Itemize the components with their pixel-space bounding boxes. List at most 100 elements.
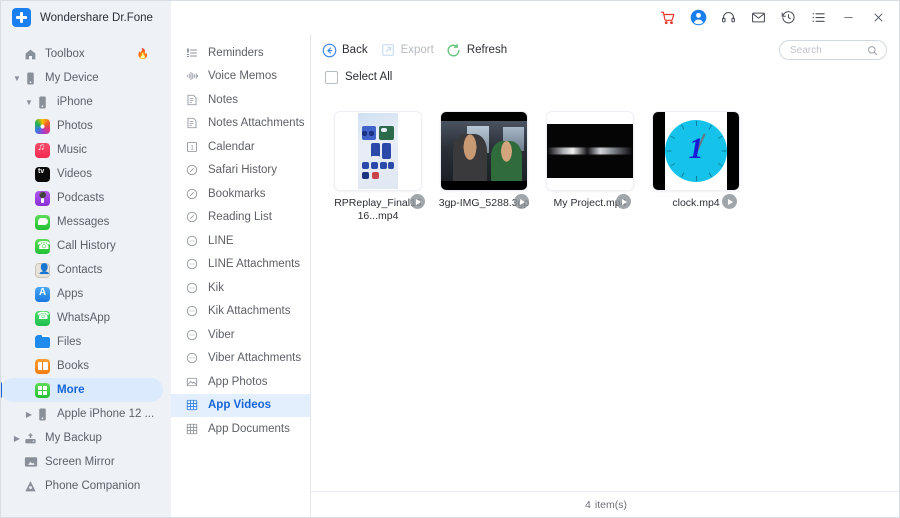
play-icon[interactable] [722, 194, 737, 209]
contacts-app-icon [35, 262, 50, 278]
sidebar-item-messages[interactable]: Messages [1, 210, 171, 234]
back-button[interactable]: Back [321, 42, 368, 58]
sidebar-item-label: Phone Companion [45, 480, 141, 492]
category-item-kik[interactable]: Kik [171, 276, 310, 300]
category-item-notes[interactable]: Notes [171, 88, 310, 112]
phone-companion-icon [23, 479, 38, 494]
category-item-label: Viber Attachments [208, 352, 302, 365]
sidebar-item-contacts[interactable]: Contacts [1, 258, 171, 282]
category-item-kik-attachments[interactable]: Kik Attachments [171, 300, 310, 324]
sidebar-item-label: Apps [57, 288, 84, 300]
sidebar-item-label: Screen Mirror [45, 456, 115, 468]
sidebar-item-podcasts[interactable]: Podcasts [1, 186, 171, 210]
sidebar-item-label: Videos [57, 168, 92, 180]
shopping-cart-icon[interactable] [653, 1, 683, 34]
appstore-app-icon [35, 286, 50, 302]
sidebar-item-screen-mirror[interactable]: Screen Mirror [1, 450, 171, 474]
file-thumbnail[interactable]: 1 [653, 112, 739, 190]
category-item-reading-list[interactable]: Reading List [171, 206, 310, 230]
search-input[interactable] [788, 43, 867, 57]
file-thumbnail[interactable] [547, 112, 633, 190]
category-item-line[interactable]: LINE [171, 229, 310, 253]
home-icon [23, 47, 38, 62]
mail-icon[interactable] [743, 1, 773, 34]
file-caption-wrap: clock.mp4 [643, 190, 749, 210]
search-icon[interactable] [867, 45, 878, 56]
sidebar-item-label: Music [57, 144, 88, 156]
sidebar-item-call-history[interactable]: Call History [1, 234, 171, 258]
play-icon[interactable] [616, 194, 631, 209]
category-item-voice-memos[interactable]: Voice Memos [171, 65, 310, 89]
sidebar-item-music[interactable]: Music [1, 138, 171, 162]
category-item-label: Reminders [208, 46, 264, 59]
category-item-notes-attachments[interactable]: Notes Attachments [171, 112, 310, 136]
chevron-down-icon[interactable]: ▼ [23, 98, 35, 107]
file-caption-wrap: My Project.mp4 [537, 190, 643, 210]
sidebar-item-more[interactable]: More [1, 378, 163, 402]
export-button[interactable]: Export [380, 42, 434, 58]
sidebar-item-label: Contacts [57, 264, 103, 276]
category-item-label: Calendar [208, 140, 255, 153]
chevron-right-icon[interactable]: ▶ [23, 410, 35, 419]
history-clock-icon[interactable] [773, 1, 803, 34]
category-item-viber-attachments[interactable]: Viber Attachments [171, 347, 310, 371]
sidebar-item-toolbox[interactable]: Toolbox 🔥 [1, 42, 171, 66]
category-list[interactable]: Reminders Voice Memos Notes Notes Attach… [171, 34, 311, 517]
category-item-label: Kik [208, 281, 224, 294]
category-item-calendar[interactable]: 1 Calendar [171, 135, 310, 159]
category-item-label: Reading List [208, 211, 272, 224]
user-account-icon[interactable] [683, 1, 713, 34]
sidebar-item-files[interactable]: Files [1, 330, 171, 354]
category-item-app-videos[interactable]: App Videos [171, 393, 310, 417]
refresh-button[interactable]: Refresh [446, 42, 507, 58]
file-cell[interactable]: RPReplay_Final1616...mp4 [325, 112, 431, 223]
sidebar-item-apple-iphone-12[interactable]: ▶ Apple iPhone 12 ... [1, 402, 171, 426]
sidebar-item-photos[interactable]: Photos [1, 114, 171, 138]
export-button-label: Export [400, 44, 434, 56]
minimize-icon[interactable] [833, 1, 863, 34]
menu-list-icon[interactable] [803, 1, 833, 34]
sidebar-item-label: My Device [45, 72, 99, 84]
sidebar-item-whatsapp[interactable]: WhatsApp [1, 306, 171, 330]
sidebar-item-apps[interactable]: Apps [1, 282, 171, 306]
sidebar[interactable]: Toolbox 🔥 ▼ My Device ▼ iPhone Photos Mu… [1, 34, 171, 517]
chevron-down-icon[interactable]: ▼ [11, 74, 23, 83]
sidebar-item-label: Messages [57, 216, 110, 228]
sidebar-item-label: Apple iPhone 12 ... [57, 408, 155, 420]
sidebar-item-videos[interactable]: Videos [1, 162, 171, 186]
sidebar-item-my-backup[interactable]: ▶ My Backup [1, 426, 171, 450]
category-item-line-attachments[interactable]: LINE Attachments [171, 253, 310, 277]
category-item-safari-history[interactable]: Safari History [171, 159, 310, 183]
play-icon[interactable] [514, 194, 529, 209]
category-item-bookmarks[interactable]: Bookmarks [171, 182, 310, 206]
sidebar-item-label: Photos [57, 120, 93, 132]
screen-mirror-icon [23, 455, 38, 470]
file-cell[interactable]: 1 clock.mp4 [643, 112, 749, 223]
sidebar-item-iphone[interactable]: ▼ iPhone [1, 90, 171, 114]
file-thumbnail[interactable] [335, 112, 421, 190]
sidebar-item-my-device[interactable]: ▼ My Device [1, 66, 171, 90]
close-icon[interactable] [863, 1, 893, 34]
support-headset-icon[interactable] [713, 1, 743, 34]
select-all-checkbox[interactable] [325, 70, 338, 84]
appletv-app-icon [35, 166, 50, 182]
play-icon[interactable] [410, 194, 425, 209]
category-item-app-photos[interactable]: App Photos [171, 370, 310, 394]
category-item-viber[interactable]: Viber [171, 323, 310, 347]
sidebar-item-label: Books [57, 360, 89, 372]
sidebar-item-label: My Backup [45, 432, 102, 444]
search-box[interactable] [779, 40, 887, 60]
music-app-icon [35, 142, 50, 158]
category-item-app-documents[interactable]: App Documents [171, 417, 310, 441]
chevron-right-icon[interactable]: ▶ [11, 434, 23, 443]
sidebar-item-books[interactable]: Books [1, 354, 171, 378]
file-cell[interactable]: My Project.mp4 [537, 112, 643, 223]
file-cell[interactable]: 3gp-IMG_5288.3gp [431, 112, 537, 223]
sidebar-item-label: Toolbox [45, 48, 85, 60]
item-count: 4 [585, 498, 591, 511]
select-all-row[interactable]: Select All [311, 66, 899, 88]
status-bar: 4 item(s) [311, 491, 899, 517]
file-thumbnail[interactable] [441, 112, 527, 190]
category-item-reminders[interactable]: Reminders [171, 41, 310, 65]
note-icon [185, 93, 199, 107]
